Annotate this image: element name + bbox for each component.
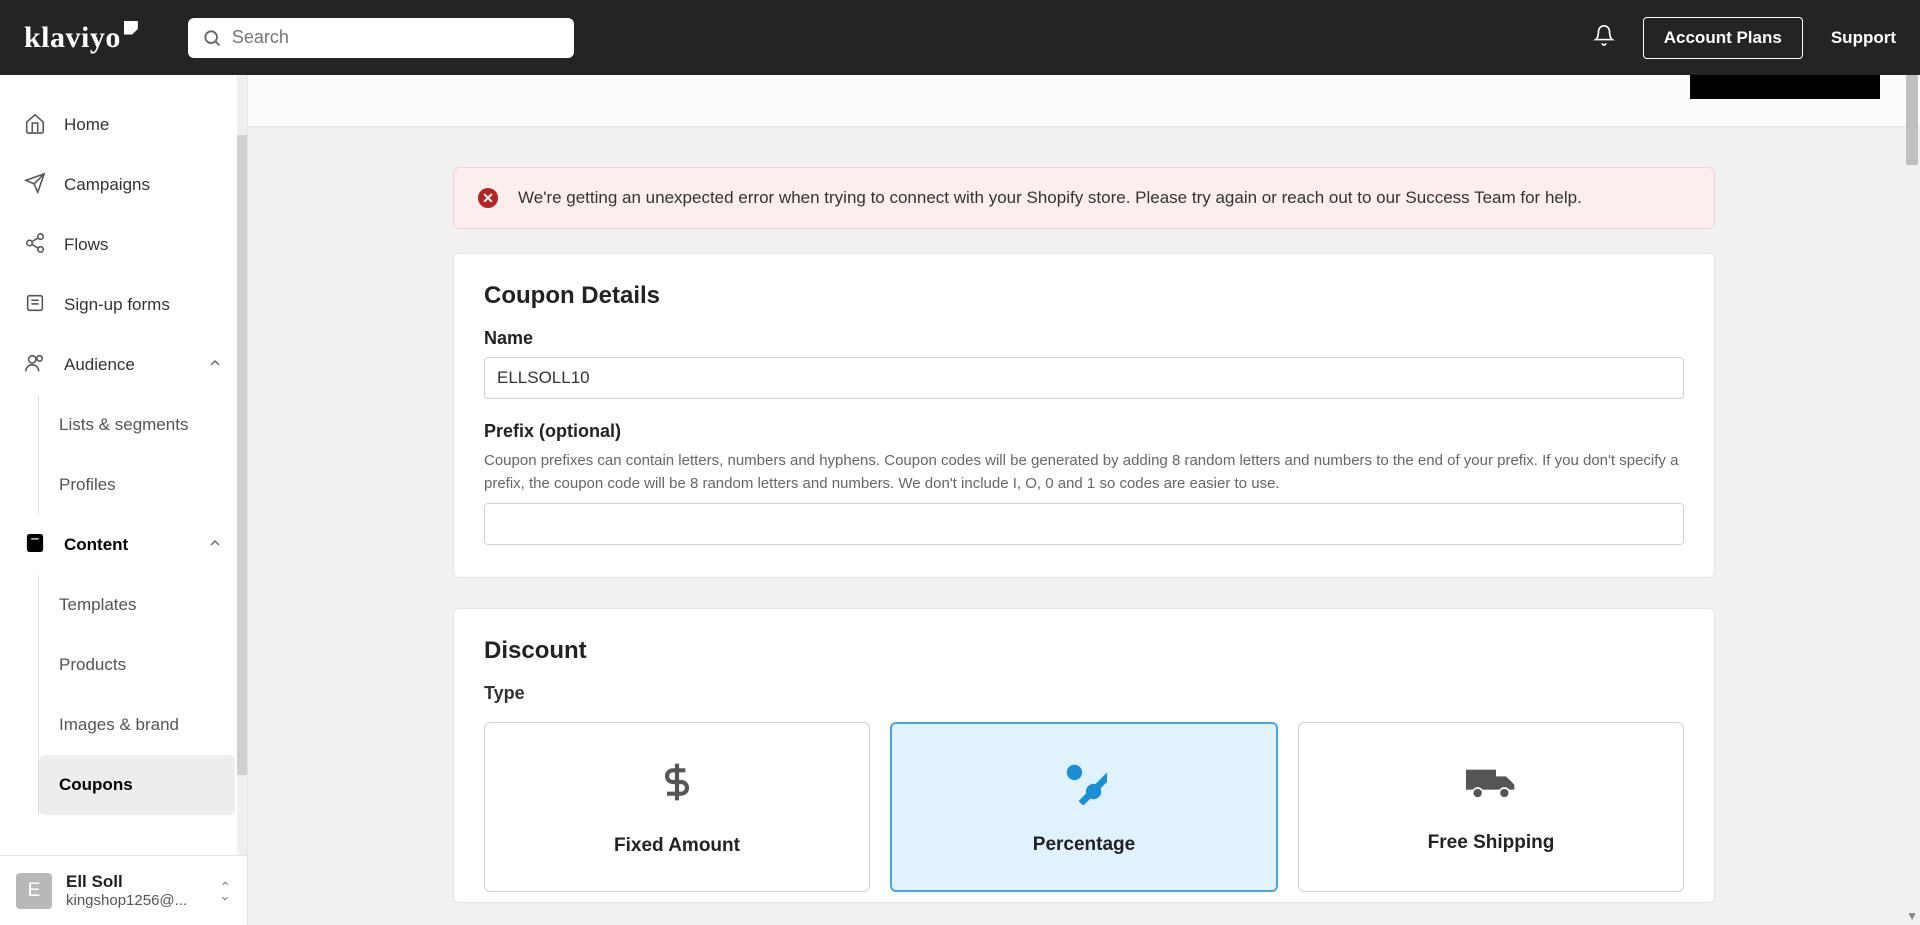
audience-submenu: Lists & segments Profiles [38, 395, 247, 515]
prefix-help: Coupon prefixes can contain letters, num… [484, 450, 1684, 495]
page-header [248, 75, 1920, 127]
brand-logo[interactable]: klaviyo [24, 21, 138, 55]
coupon-details-card: Coupon Details Name Prefix (optional) Co… [453, 253, 1715, 578]
sidebar-label: Content [64, 535, 128, 555]
share-icon [24, 232, 46, 259]
user-email: kingshop1256@... [66, 892, 205, 909]
sidebar-item-products[interactable]: Products [39, 635, 235, 695]
tile-label: Free Shipping [1428, 832, 1555, 854]
search-wrap [188, 18, 574, 58]
content-submenu: Templates Products Images & brand Coupon… [38, 575, 247, 815]
sidebar-label: Home [64, 115, 109, 135]
page-action-button[interactable] [1690, 75, 1880, 99]
sidebar: Home Campaigns Flows Sign-up forms Audie… [0, 75, 248, 925]
sidebar-item-signup-forms[interactable]: Sign-up forms [0, 275, 247, 335]
main-scrollbar-thumb[interactable] [1906, 75, 1918, 165]
coupon-details-heading: Coupon Details [484, 282, 1684, 310]
account-plans-button[interactable]: Account Plans [1643, 17, 1803, 59]
truck-icon [1464, 760, 1518, 814]
sidebar-scrollbar[interactable] [237, 75, 247, 855]
error-message: We're getting an unexpected error when t… [518, 188, 1582, 208]
type-label: Type [484, 683, 1684, 704]
sidebar-label: Audience [64, 355, 135, 375]
sidebar-item-home[interactable]: Home [0, 95, 247, 155]
sidebar-item-content[interactable]: Content [0, 515, 247, 575]
sidebar-label: Sign-up forms [64, 295, 170, 315]
chevron-up-icon [207, 355, 223, 376]
content-icon [24, 532, 46, 559]
discount-type-free-shipping[interactable]: Free Shipping [1298, 722, 1684, 892]
sidebar-item-lists-segments[interactable]: Lists & segments [39, 395, 235, 455]
sidebar-item-coupons[interactable]: Coupons [39, 755, 235, 815]
sidebar-item-templates[interactable]: Templates [39, 575, 235, 635]
expand-icon: ⌃⌃ [219, 883, 231, 899]
user-account-block[interactable]: E Ell Soll kingshop1256@... ⌃⌃ [0, 855, 247, 925]
percent-icon [1061, 759, 1107, 816]
name-label: Name [484, 328, 1684, 349]
user-info: Ell Soll kingshop1256@... [66, 872, 205, 909]
discount-type-row: Fixed Amount Percentage Free Shipping [484, 722, 1684, 892]
error-icon: ✕ [478, 188, 498, 208]
sidebar-item-flows[interactable]: Flows [0, 215, 247, 275]
form-icon [24, 292, 46, 319]
top-right: Account Plans Support [1593, 17, 1896, 59]
sidebar-label: Campaigns [64, 175, 150, 195]
chevron-up-icon [207, 535, 223, 556]
sidebar-item-campaigns[interactable]: Campaigns [0, 155, 247, 215]
search-input[interactable] [188, 18, 574, 58]
dollar-icon [657, 758, 697, 817]
main-scrollbar[interactable]: ▼ [1906, 75, 1918, 925]
main-content: ✕ We're getting an unexpected error when… [248, 75, 1920, 925]
sidebar-item-images-brand[interactable]: Images & brand [39, 695, 235, 755]
error-alert: ✕ We're getting an unexpected error when… [453, 167, 1715, 229]
avatar: E [16, 873, 52, 909]
user-name: Ell Soll [66, 872, 205, 892]
users-icon [24, 352, 46, 379]
discount-type-fixed[interactable]: Fixed Amount [484, 722, 870, 892]
top-bar: klaviyo Account Plans Support [0, 0, 1920, 75]
home-icon [24, 112, 46, 139]
sidebar-scrollbar-thumb[interactable] [237, 135, 247, 775]
send-icon [24, 172, 46, 199]
discount-card: Discount Type Fixed Amount Percentage Fr… [453, 608, 1715, 903]
search-icon [202, 28, 222, 53]
discount-type-percentage[interactable]: Percentage [890, 722, 1278, 892]
sidebar-label: Flows [64, 235, 108, 255]
tile-label: Percentage [1033, 834, 1135, 856]
support-link[interactable]: Support [1831, 28, 1896, 48]
tile-label: Fixed Amount [614, 835, 740, 857]
coupon-name-input[interactable] [484, 357, 1684, 399]
discount-heading: Discount [484, 637, 1684, 665]
brand-flag-icon [124, 21, 138, 35]
notifications-icon[interactable] [1593, 24, 1615, 51]
sidebar-item-profiles[interactable]: Profiles [39, 455, 235, 515]
sidebar-item-audience[interactable]: Audience [0, 335, 247, 395]
coupon-prefix-input[interactable] [484, 503, 1684, 545]
prefix-label: Prefix (optional) [484, 421, 1684, 442]
scrollbar-arrow-down-icon[interactable]: ▼ [1906, 909, 1918, 923]
brand-text: klaviyo [24, 21, 121, 55]
